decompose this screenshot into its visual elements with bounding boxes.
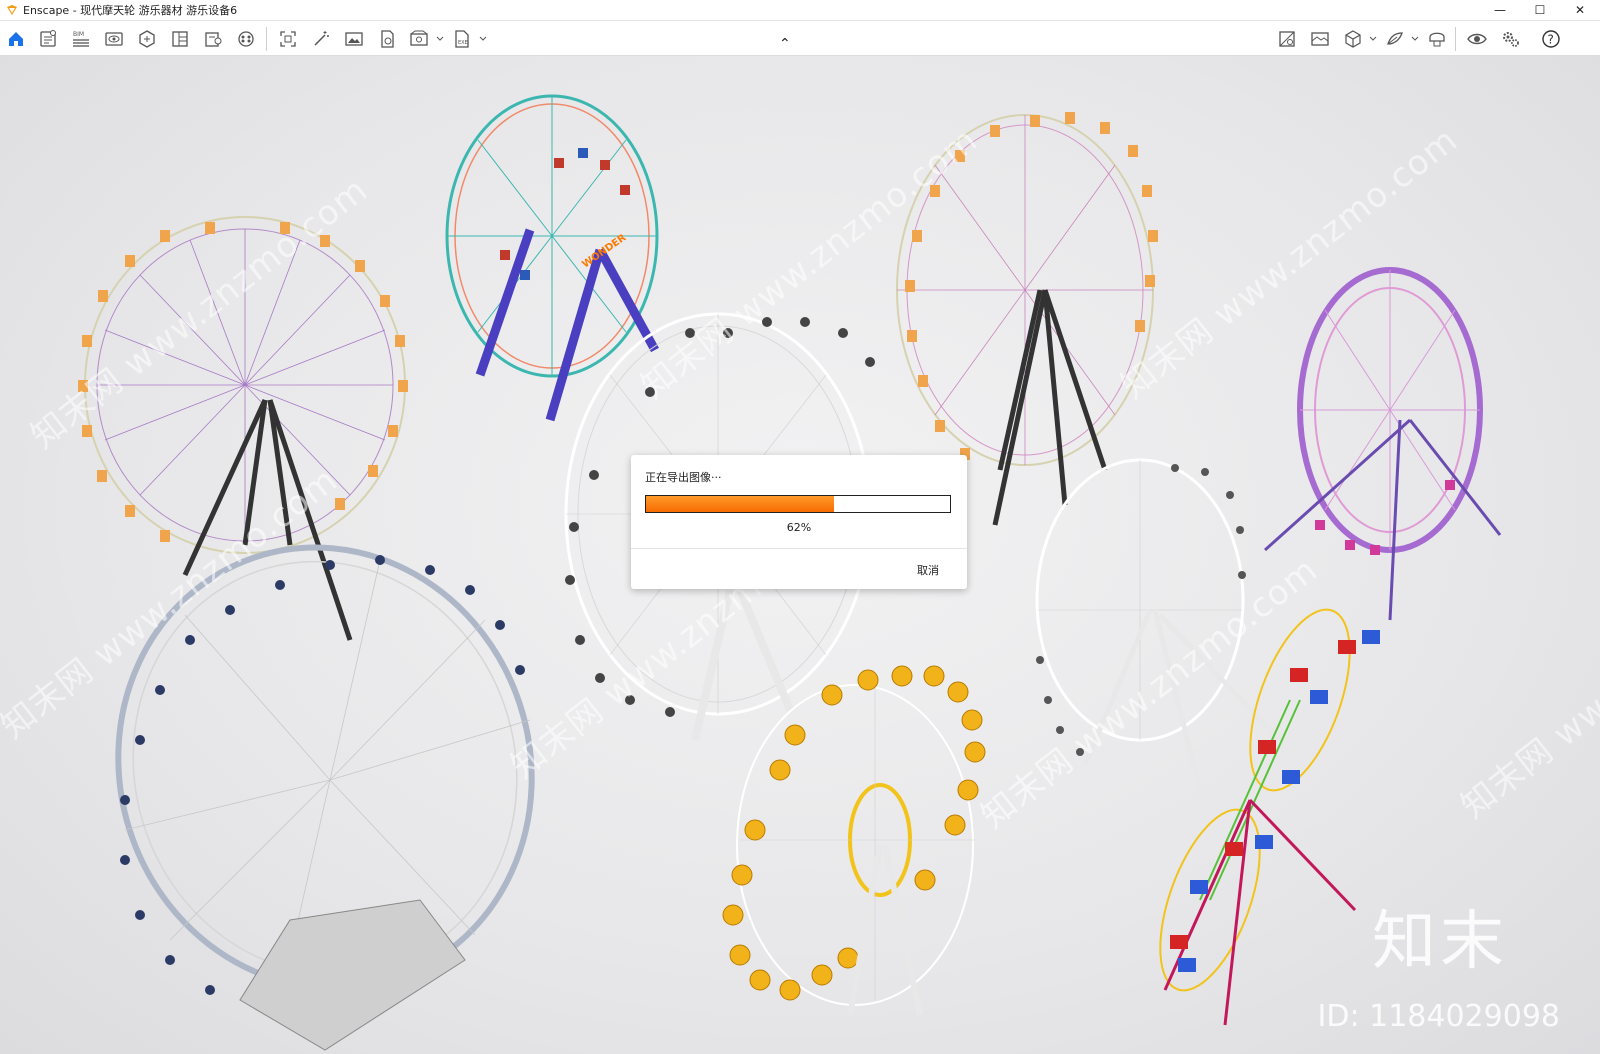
help-icon[interactable]: ? — [1540, 28, 1562, 50]
dialog-title: 正在导出图像··· — [645, 471, 722, 484]
settings-icon[interactable] — [1500, 28, 1522, 50]
bim-icon[interactable]: BIM — [70, 28, 92, 50]
view-toggle-icon[interactable] — [1466, 28, 1488, 50]
views-icon[interactable] — [169, 28, 191, 50]
video-export-icon[interactable] — [409, 28, 431, 50]
svg-text:BIM: BIM — [73, 31, 84, 38]
window-controls: — ☐ ✕ — [1480, 0, 1600, 20]
asset-id-watermark: ID: 1184029098 — [1317, 999, 1560, 1034]
progress-bar — [645, 495, 951, 513]
enscape-logo-icon — [7, 5, 17, 15]
batch-render-icon[interactable] — [310, 28, 332, 50]
materials-icon[interactable] — [202, 28, 224, 50]
chevron-down-icon[interactable] — [436, 35, 444, 43]
screenshot-icon[interactable] — [277, 28, 299, 50]
minimize-button[interactable]: — — [1480, 0, 1520, 20]
toolbar-separator — [266, 27, 267, 51]
cancel-button[interactable]: 取消 — [917, 562, 939, 578]
svg-text:?: ? — [1548, 33, 1554, 47]
asset-library-icon[interactable] — [136, 28, 158, 50]
maximize-button[interactable]: ☐ — [1520, 0, 1560, 20]
brand-watermark: 知末 — [1372, 905, 1508, 979]
vr-icon[interactable] — [235, 28, 257, 50]
progress-bar-fill — [646, 496, 835, 512]
close-button[interactable]: ✕ — [1560, 0, 1600, 20]
ferris-wheel-teal: WONDER — [445, 94, 659, 422]
project-file-icon[interactable] — [37, 28, 59, 50]
window-title: Enscape - 现代摩天轮 游乐器材 游乐设备6 — [23, 4, 238, 17]
sketchup-sync-icon[interactable] — [1342, 28, 1364, 50]
image-export-icon[interactable] — [343, 28, 365, 50]
chevron-down-icon[interactable] — [1369, 35, 1377, 43]
title-bar: Enscape - 现代摩天轮 游乐器材 游乐设备6 — ☐ ✕ — [0, 0, 1600, 21]
ferris-wheel-yellow — [722, 665, 986, 1016]
standalone-export-icon[interactable]: EXE — [451, 28, 473, 50]
site-context-icon[interactable] — [1309, 28, 1331, 50]
material-editor-icon[interactable] — [1276, 28, 1298, 50]
ferris-wheel-navy — [115, 544, 535, 1051]
dialog-divider — [631, 548, 967, 549]
chevron-down-icon[interactable] — [479, 35, 487, 43]
panorama-icon[interactable] — [376, 28, 398, 50]
chevron-down-icon[interactable] — [1411, 35, 1419, 43]
collapse-toolbar-button[interactable]: ⌃ — [779, 37, 791, 51]
main-toolbar: BIM EXE ⌃ ? — [0, 21, 1600, 56]
home-icon[interactable] — [5, 28, 27, 50]
export-progress-dialog: 正在导出图像··· 62% 取消 — [631, 455, 967, 589]
live-update-icon[interactable] — [1384, 28, 1406, 50]
visual-settings-icon[interactable] — [103, 28, 125, 50]
svg-text:EXE: EXE — [458, 40, 468, 46]
vr-headset-icon[interactable] — [1426, 28, 1448, 50]
toolbar-separator — [1455, 27, 1456, 51]
progress-percent-label: 62% — [786, 521, 812, 534]
